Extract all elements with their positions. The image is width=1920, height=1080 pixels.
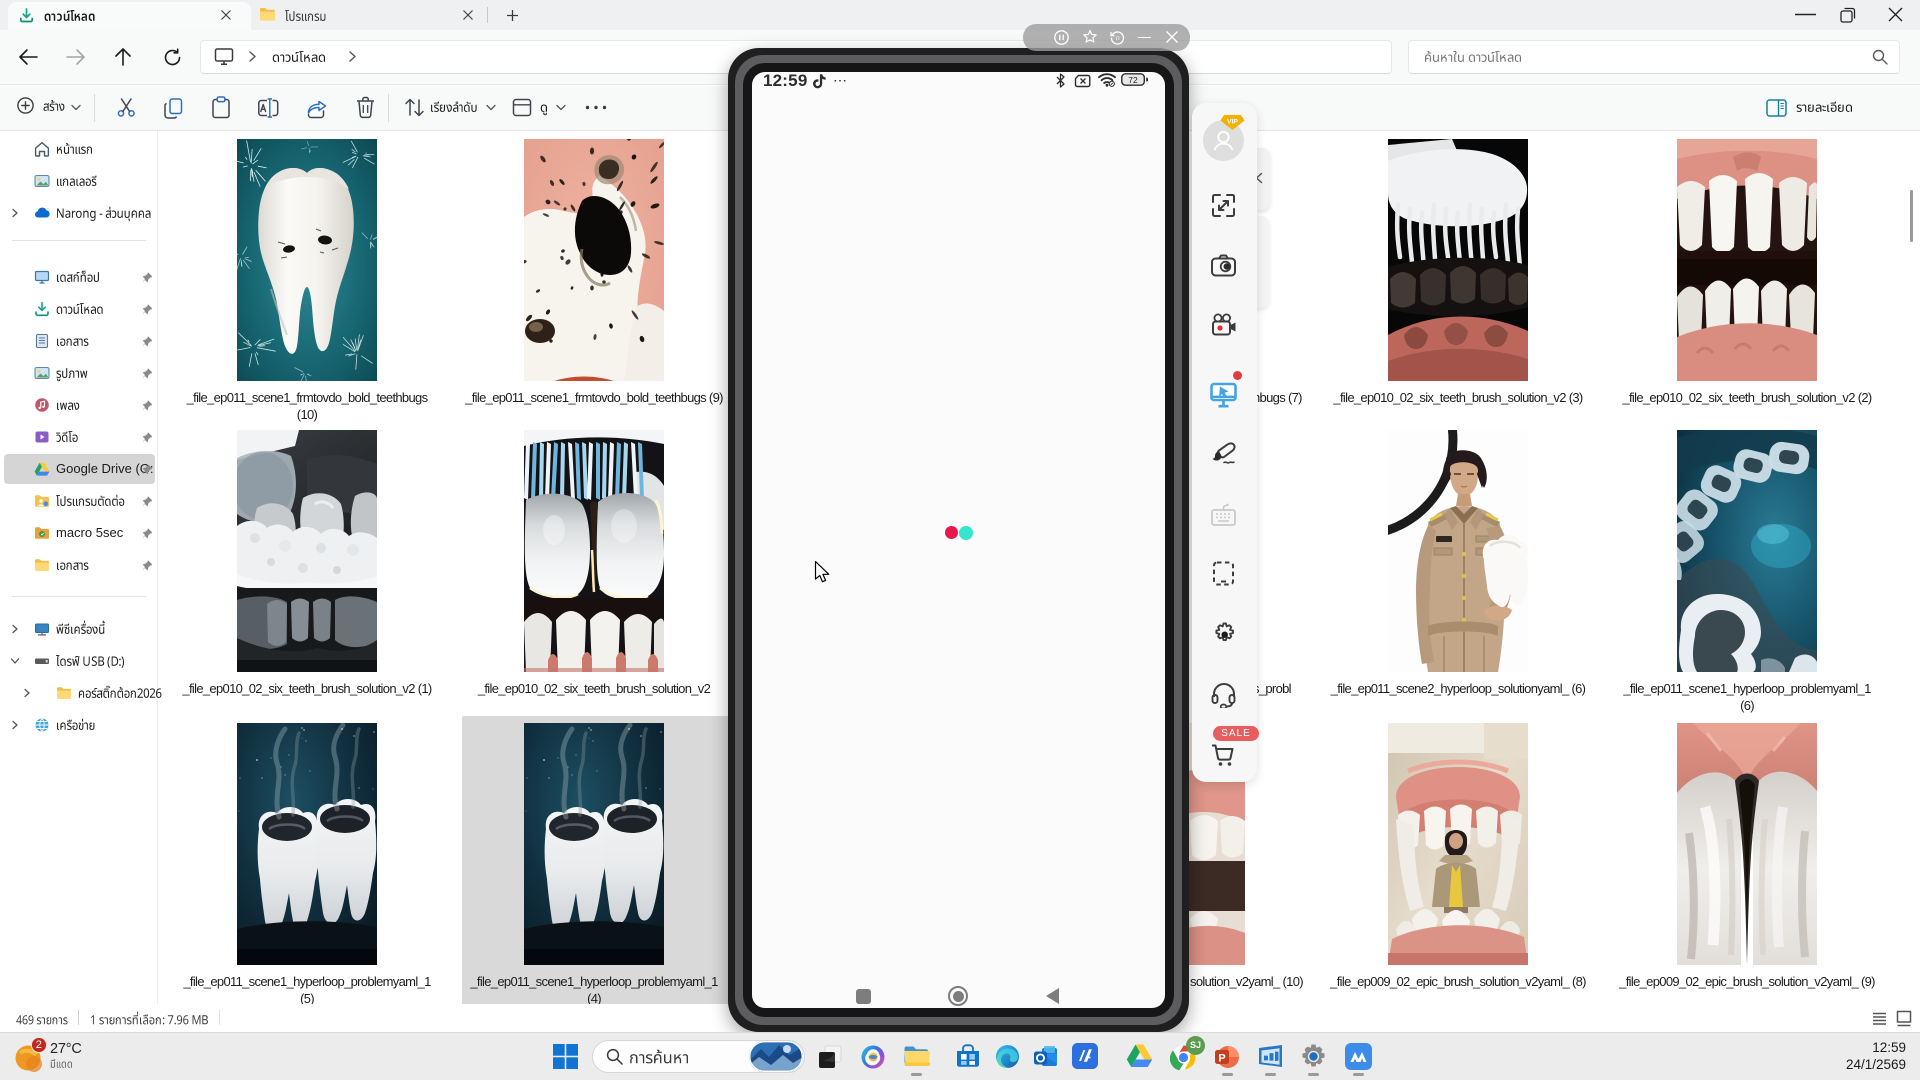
svg-text:n: n xyxy=(1116,35,1120,42)
svg-text:VIP: VIP xyxy=(1227,119,1238,126)
svg-text:72: 72 xyxy=(1128,75,1138,85)
svg-text:P: P xyxy=(1218,1053,1225,1065)
